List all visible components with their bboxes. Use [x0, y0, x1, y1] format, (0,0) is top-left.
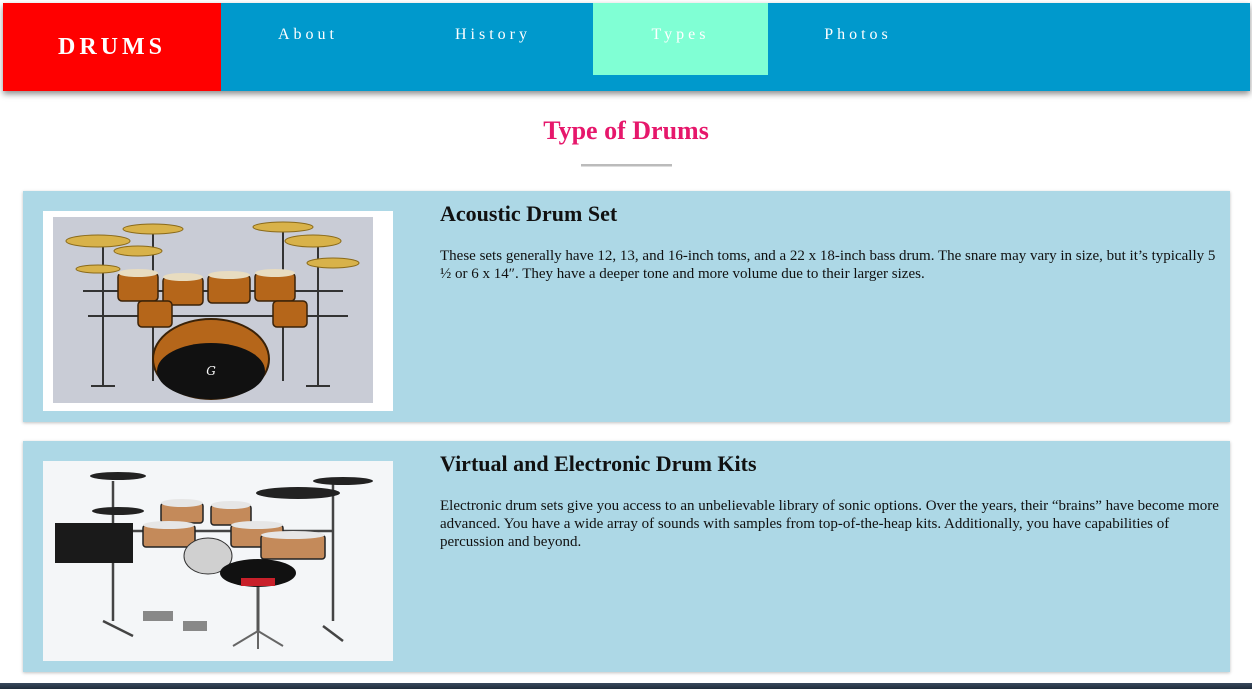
nav-link-types-label: Types	[651, 26, 710, 43]
acoustic-drum-kit-image: G	[43, 211, 393, 411]
electronic-drum-kit-image	[43, 461, 393, 661]
acoustic-drum-kit-illustration: G	[53, 217, 373, 403]
nav-link-photos-label: Photos	[824, 26, 892, 43]
top-navbar: DRUMS About History Types Photos	[3, 3, 1250, 91]
card-text-acoustic: These sets generally have 12, 13, and 16…	[440, 248, 1216, 282]
card-text-electronic: Electronic drum sets give you access to …	[440, 498, 1219, 550]
drum-type-card-acoustic: G Acoustic Drum Set These sets generally…	[23, 191, 1230, 422]
brand-logo[interactable]: DRUMS	[3, 3, 221, 91]
title-divider	[581, 164, 672, 167]
nav-link-history[interactable]: History	[418, 3, 568, 75]
nav-link-types[interactable]: Types	[593, 3, 768, 75]
os-taskbar	[0, 683, 1252, 689]
nav-link-about-label: About	[278, 26, 338, 43]
card-heading-acoustic: Acoustic Drum Set	[440, 201, 618, 226]
electronic-drum-kit-illustration	[43, 461, 393, 661]
nav-link-about[interactable]: About	[233, 3, 383, 75]
nav-link-photos[interactable]: Photos	[783, 3, 933, 75]
page-title: Type of Drums	[543, 116, 709, 145]
drum-type-card-electronic: Virtual and Electronic Drum Kits Electro…	[23, 441, 1230, 672]
card-heading-electronic: Virtual and Electronic Drum Kits	[440, 451, 757, 476]
nav-link-history-label: History	[455, 26, 531, 43]
svg-text:G: G	[206, 364, 216, 378]
